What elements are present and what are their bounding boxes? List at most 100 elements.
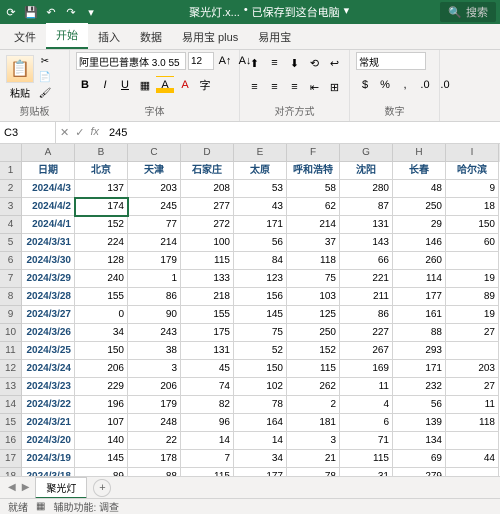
row-header[interactable]: 11 [0, 342, 22, 360]
data-cell[interactable]: 179 [128, 252, 181, 270]
sheet-nav-next-icon[interactable]: ▶ [22, 482, 30, 493]
data-cell[interactable]: 56 [393, 396, 446, 414]
format-painter-icon[interactable]: 🖌 [38, 87, 52, 101]
data-cell[interactable]: 150 [234, 360, 287, 378]
data-cell[interactable]: 48 [393, 180, 446, 198]
header-cell[interactable]: 北京 [75, 162, 128, 180]
autosave-icon[interactable]: ⟳ [4, 5, 18, 19]
sheet-tab[interactable]: 聚光灯 [35, 477, 87, 499]
data-cell[interactable]: 19 [446, 306, 499, 324]
enter-formula-icon[interactable]: ✓ [75, 126, 84, 139]
data-cell[interactable]: 146 [393, 234, 446, 252]
data-cell[interactable]: 224 [75, 234, 128, 252]
data-cell[interactable]: 87 [340, 198, 393, 216]
data-cell[interactable]: 4 [340, 396, 393, 414]
align-left-icon[interactable]: ≡ [246, 78, 264, 96]
data-cell[interactable]: 3 [128, 360, 181, 378]
data-cell[interactable]: 11 [446, 396, 499, 414]
data-cell[interactable]: 115 [287, 360, 340, 378]
merge-icon[interactable]: ⊞ [326, 78, 344, 96]
spreadsheet-grid[interactable]: ABCDEFGHI 1日期北京天津石家庄太原呼和浩特沈阳长春哈尔滨22024/4… [0, 144, 500, 486]
header-cell[interactable]: 天津 [128, 162, 181, 180]
row-header[interactable]: 10 [0, 324, 22, 342]
paste-button[interactable]: 📋 粘贴 [6, 55, 34, 100]
data-cell[interactable]: 118 [287, 252, 340, 270]
row-header[interactable]: 5 [0, 234, 22, 252]
cancel-formula-icon[interactable]: ✕ [60, 126, 69, 139]
data-cell[interactable]: 7 [181, 450, 234, 468]
header-cell[interactable]: 太原 [234, 162, 287, 180]
data-cell[interactable]: 22 [128, 432, 181, 450]
data-cell[interactable]: 43 [234, 198, 287, 216]
col-header[interactable]: H [393, 144, 446, 162]
data-cell[interactable]: 74 [181, 378, 234, 396]
data-cell[interactable]: 174 [75, 198, 128, 216]
data-cell[interactable]: 139 [393, 414, 446, 432]
data-cell[interactable]: 208 [181, 180, 234, 198]
border-button[interactable]: ▦ [136, 76, 154, 94]
data-cell[interactable]: 137 [75, 180, 128, 198]
data-cell[interactable]: 206 [128, 378, 181, 396]
data-cell[interactable]: 38 [128, 342, 181, 360]
data-cell[interactable]: 203 [128, 180, 181, 198]
align-center-icon[interactable]: ≡ [266, 78, 284, 96]
data-cell[interactable]: 196 [75, 396, 128, 414]
data-cell[interactable]: 178 [128, 450, 181, 468]
formula-input[interactable]: 245 [103, 127, 500, 139]
header-cell[interactable]: 长春 [393, 162, 446, 180]
data-cell[interactable]: 211 [340, 288, 393, 306]
data-cell[interactable]: 96 [181, 414, 234, 432]
data-cell[interactable]: 60 [446, 234, 499, 252]
col-header[interactable]: B [75, 144, 128, 162]
data-cell[interactable]: 229 [75, 378, 128, 396]
data-cell[interactable]: 133 [181, 270, 234, 288]
data-cell[interactable]: 177 [393, 288, 446, 306]
data-cell[interactable]: 250 [287, 324, 340, 342]
data-cell[interactable]: 134 [393, 432, 446, 450]
row-header[interactable]: 12 [0, 360, 22, 378]
data-cell[interactable]: 277 [181, 198, 234, 216]
header-cell[interactable]: 日期 [22, 162, 75, 180]
data-cell[interactable]: 123 [234, 270, 287, 288]
data-cell[interactable]: 19 [446, 270, 499, 288]
row-header[interactable]: 8 [0, 288, 22, 306]
row-header[interactable]: 14 [0, 396, 22, 414]
data-cell[interactable]: 145 [75, 450, 128, 468]
font-name-select[interactable] [76, 52, 186, 70]
name-box[interactable]: C3 [0, 122, 56, 143]
data-cell[interactable]: 155 [181, 306, 234, 324]
tab-易用宝 plus[interactable]: 易用宝 plus [172, 25, 248, 49]
data-cell[interactable]: 232 [393, 378, 446, 396]
data-cell[interactable]: 45 [181, 360, 234, 378]
number-format-select[interactable] [356, 52, 426, 70]
col-header[interactable]: D [181, 144, 234, 162]
data-cell[interactable]: 88 [393, 324, 446, 342]
data-cell[interactable]: 227 [340, 324, 393, 342]
data-cell[interactable]: 245 [128, 198, 181, 216]
align-right-icon[interactable]: ≡ [286, 78, 304, 96]
data-cell[interactable]: 150 [75, 342, 128, 360]
data-cell[interactable]: 6 [340, 414, 393, 432]
data-cell[interactable]: 155 [75, 288, 128, 306]
data-cell[interactable]: 118 [446, 414, 499, 432]
data-cell[interactable]: 218 [181, 288, 234, 306]
save-icon[interactable]: 💾 [24, 5, 38, 19]
date-cell[interactable]: 2024/3/21 [22, 414, 75, 432]
data-cell[interactable]: 280 [340, 180, 393, 198]
row-header[interactable]: 15 [0, 414, 22, 432]
data-cell[interactable]: 143 [340, 234, 393, 252]
data-cell[interactable]: 164 [234, 414, 287, 432]
search-box[interactable]: 🔍 搜索 [440, 2, 496, 22]
row-header[interactable]: 3 [0, 198, 22, 216]
data-cell[interactable]: 103 [287, 288, 340, 306]
data-cell[interactable]: 203 [446, 360, 499, 378]
data-cell[interactable]: 131 [181, 342, 234, 360]
col-header[interactable]: G [340, 144, 393, 162]
row-header[interactable]: 6 [0, 252, 22, 270]
increase-font-icon[interactable]: A↑ [216, 52, 234, 70]
data-cell[interactable]: 37 [287, 234, 340, 252]
data-cell[interactable]: 221 [340, 270, 393, 288]
decrease-decimal-icon[interactable]: .0 [436, 76, 454, 94]
tab-开始[interactable]: 开始 [46, 23, 88, 49]
data-cell[interactable]: 243 [128, 324, 181, 342]
